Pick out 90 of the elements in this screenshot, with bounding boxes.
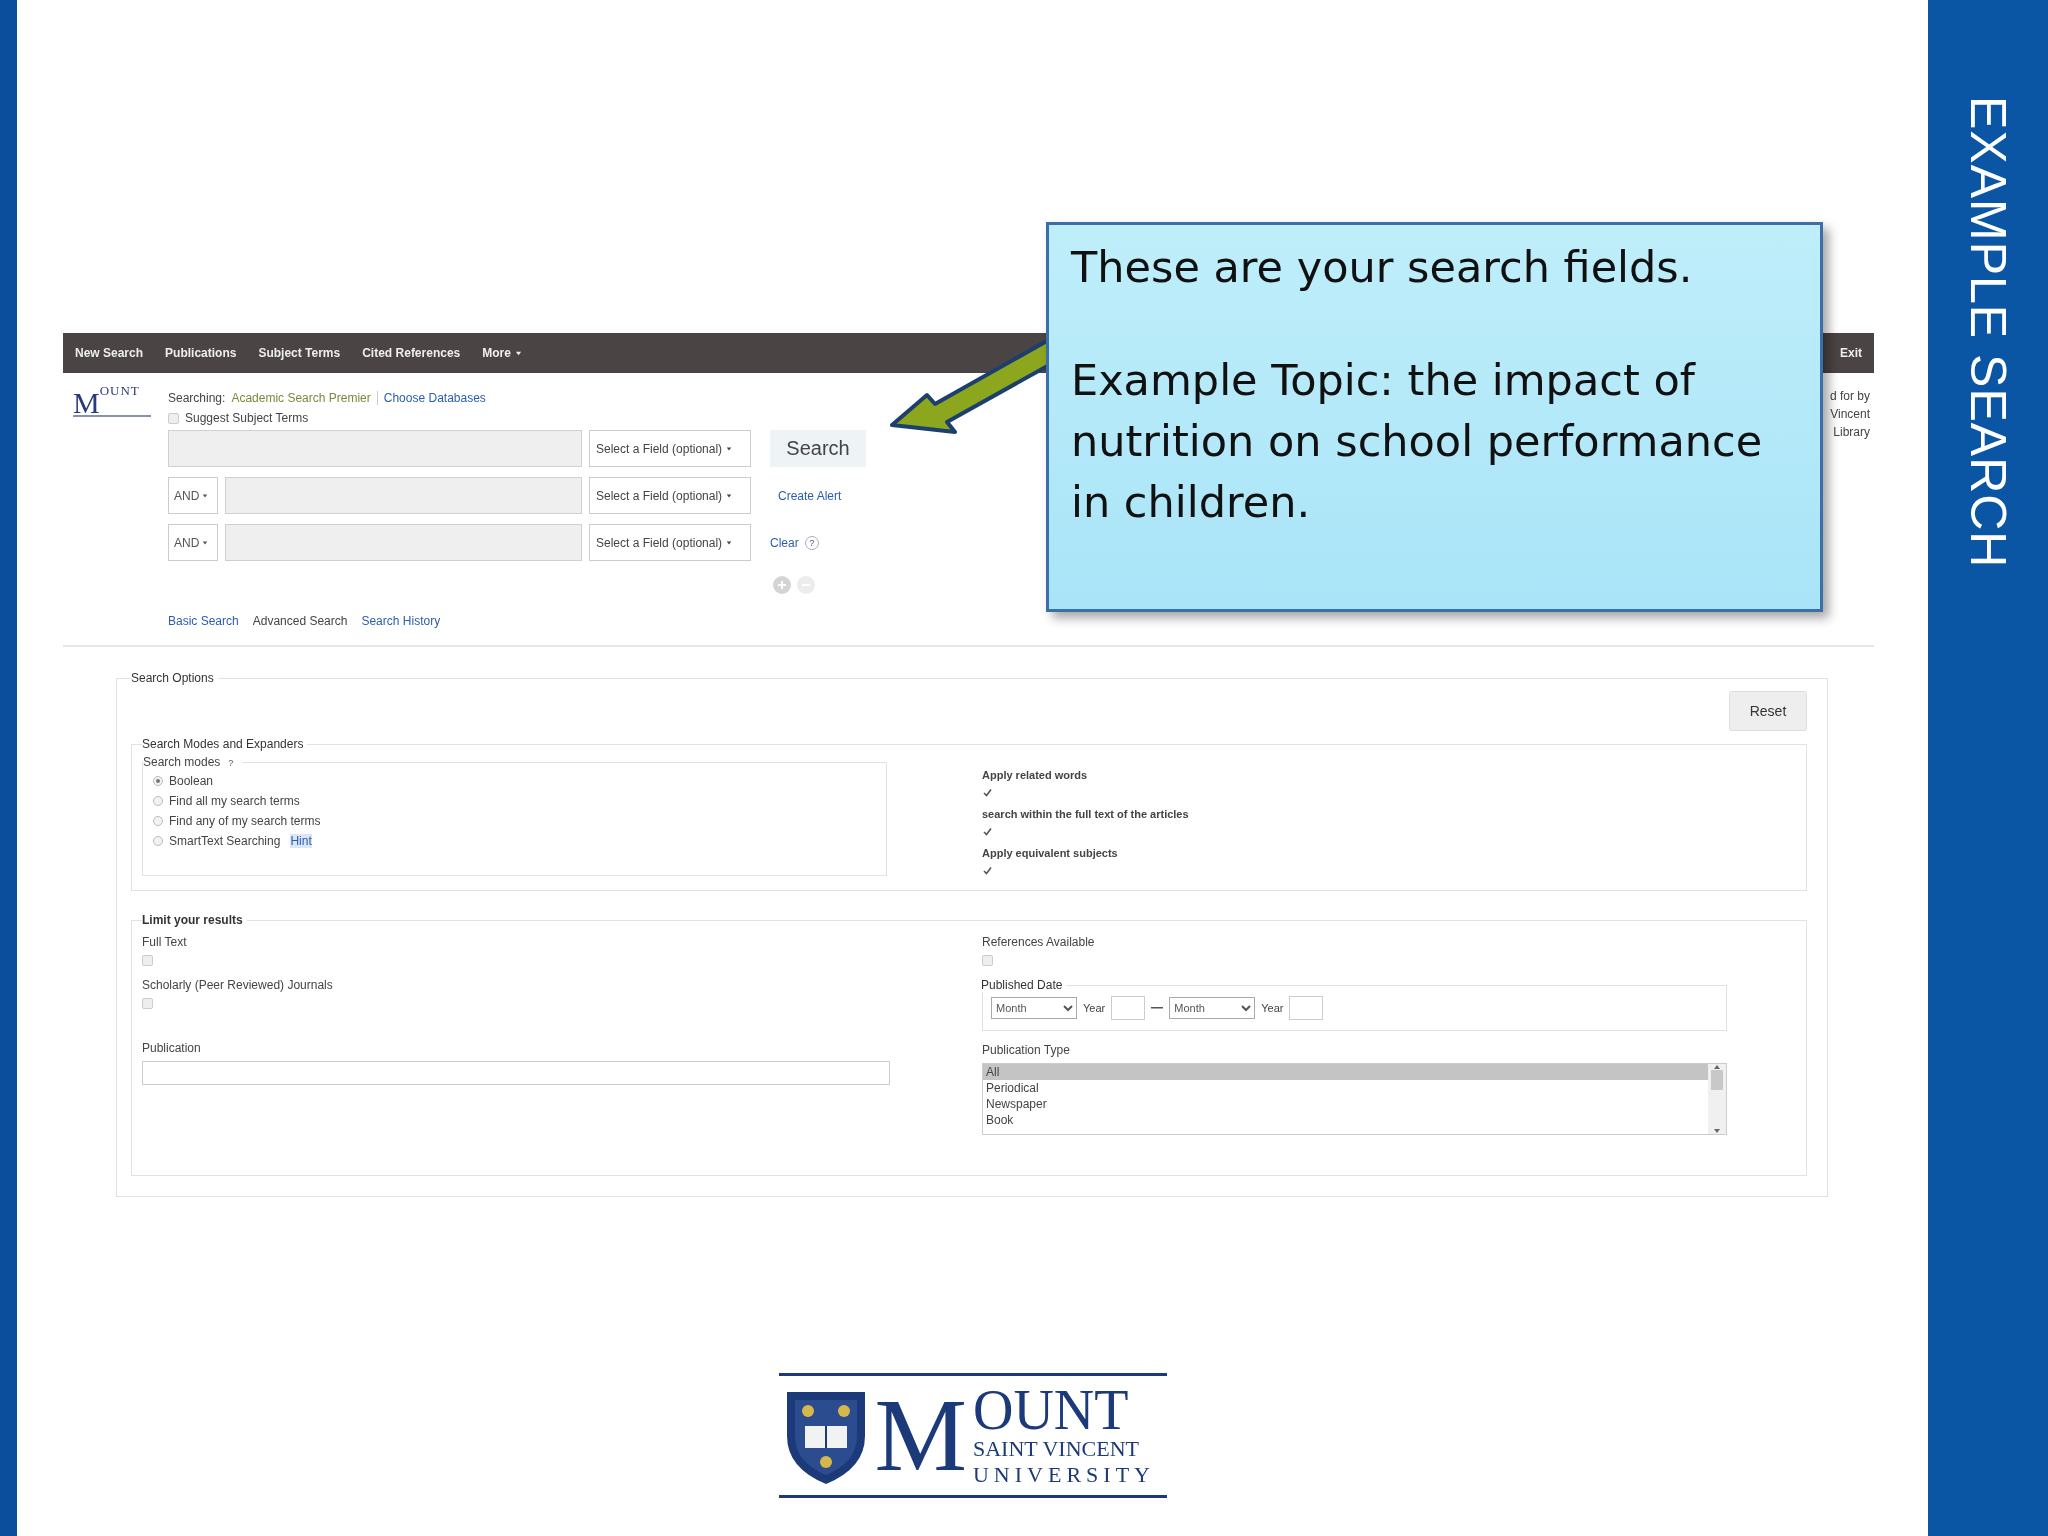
- exit-link[interactable]: Exit: [1840, 346, 1862, 360]
- expander-label: search within the full text of the articles: [982, 808, 1190, 820]
- caret-icon: [202, 539, 209, 546]
- field-select[interactable]: Select a Field (optional): [589, 430, 751, 467]
- search-button[interactable]: Search: [770, 430, 866, 467]
- search-field[interactable]: [225, 477, 582, 514]
- caret-icon: [202, 492, 209, 499]
- help-button[interactable]: ?: [223, 756, 238, 770]
- list-option[interactable]: Periodical: [983, 1080, 1708, 1096]
- scrollbar[interactable]: [1708, 1064, 1726, 1134]
- modes-legend: Search Modes and Expanders: [142, 737, 308, 751]
- callout-text: These are your search fields.: [1071, 241, 1694, 294]
- current-search-mode: Advanced Search: [252, 614, 348, 628]
- mode-label: Find any of my search terms: [169, 814, 321, 828]
- publication-type-label: Publication Type: [982, 1043, 1071, 1057]
- hint-link[interactable]: Hint: [290, 834, 312, 848]
- expander-checkbox[interactable]: [982, 826, 993, 837]
- list-option[interactable]: Book: [983, 1112, 1708, 1128]
- modes-label: Search modes: [143, 755, 221, 769]
- mode-radio[interactable]: [153, 796, 163, 806]
- year-label: Year: [1083, 1002, 1106, 1014]
- nav-item[interactable]: Cited References: [362, 346, 461, 360]
- limit-label: References Available: [982, 935, 1096, 949]
- caret-icon: [726, 539, 733, 546]
- logo-subtitle: UNIVERSITY: [973, 1461, 1155, 1488]
- year-label: Year: [1261, 1002, 1284, 1014]
- nav-item[interactable]: Publications: [165, 346, 237, 360]
- search-mode-link[interactable]: Basic Search: [168, 614, 239, 628]
- mode-label: Find all my search terms: [169, 794, 300, 808]
- field-select[interactable]: Select a Field (optional): [589, 477, 751, 514]
- field-select[interactable]: Select a Field (optional): [589, 524, 751, 561]
- operator-select[interactable]: AND: [168, 477, 218, 514]
- publication-label: Publication: [142, 1041, 202, 1055]
- check-icon: [983, 866, 992, 875]
- publication-field[interactable]: [142, 1061, 890, 1085]
- nav-item[interactable]: More: [482, 346, 522, 360]
- expander-label: Apply related words: [982, 769, 1089, 781]
- suggest-checkbox[interactable]: [168, 412, 179, 424]
- callout-text: Example Topic: the impact of nutrition on school performance in children.: [1071, 354, 1764, 529]
- suggest-label: Suggest Subject Terms: [185, 411, 309, 425]
- note-text: d for by: [1829, 388, 1870, 405]
- mode-radio[interactable]: [153, 776, 163, 786]
- dash-icon: [1151, 1007, 1164, 1009]
- date-legend: Published Date: [981, 978, 1067, 992]
- limits-legend: Limit your results: [142, 913, 247, 927]
- mode-label: Boolean: [169, 774, 214, 788]
- search-mode-link[interactable]: Search History: [361, 614, 441, 628]
- list-option[interactable]: Newspaper: [983, 1096, 1708, 1112]
- slide-title: EXAMPLE SEARCH: [1959, 96, 2017, 569]
- scroll-thumb[interactable]: [1711, 1070, 1723, 1090]
- limit-checkbox[interactable]: [142, 998, 153, 1009]
- year-field[interactable]: [1111, 996, 1146, 1020]
- logo-subtitle: SAINT VINCENT: [973, 1435, 1140, 1462]
- expander-label: Apply equivalent subjects: [982, 847, 1119, 859]
- clear-link[interactable]: Clear: [770, 535, 799, 550]
- expander-checkbox[interactable]: [982, 865, 993, 876]
- year-field[interactable]: [1289, 996, 1324, 1020]
- limit-checkbox[interactable]: [982, 955, 993, 966]
- month-select[interactable]: Month: [991, 997, 1077, 1019]
- check-icon: [983, 827, 992, 836]
- check-icon: [983, 788, 992, 797]
- scroll-down-icon[interactable]: [1714, 1128, 1720, 1134]
- limit-label: Full Text: [142, 935, 188, 949]
- operator-select[interactable]: AND: [168, 524, 218, 561]
- searching-label: Searching:: [168, 391, 226, 405]
- reset-button[interactable]: Reset: [1729, 691, 1807, 731]
- database-name: Academic Search Premier: [231, 391, 371, 405]
- list-option[interactable]: All: [983, 1064, 1708, 1080]
- expander-checkbox[interactable]: [982, 787, 993, 798]
- logo-wordmark: OUNT: [973, 1383, 1130, 1436]
- options-legend: Search Options: [131, 671, 218, 685]
- limit-checkbox[interactable]: [142, 955, 153, 966]
- nav-item[interactable]: New Search: [75, 346, 144, 360]
- limit-label: Scholarly (Peer Reviewed) Journals: [142, 978, 334, 992]
- search-field[interactable]: [225, 524, 582, 561]
- mode-label: SmartText Searching: [169, 834, 281, 848]
- month-select[interactable]: Month: [1169, 997, 1256, 1019]
- search-field[interactable]: [168, 430, 582, 467]
- mode-radio[interactable]: [153, 836, 163, 846]
- choose-databases-link[interactable]: Choose Databases: [376, 391, 486, 405]
- caret-icon: [726, 492, 733, 499]
- create-alert-link[interactable]: Create Alert: [778, 488, 842, 503]
- publication-type-list[interactable]: All Periodical Newspaper Book: [982, 1063, 1727, 1135]
- add-row-icon[interactable]: [773, 576, 791, 594]
- nav-item[interactable]: Subject Terms: [258, 346, 341, 360]
- caret-icon: [514, 349, 522, 357]
- mode-radio[interactable]: [153, 816, 163, 826]
- caret-icon: [726, 445, 733, 452]
- note-text: Library: [1833, 424, 1870, 441]
- note-text: Vincent: [1830, 406, 1870, 423]
